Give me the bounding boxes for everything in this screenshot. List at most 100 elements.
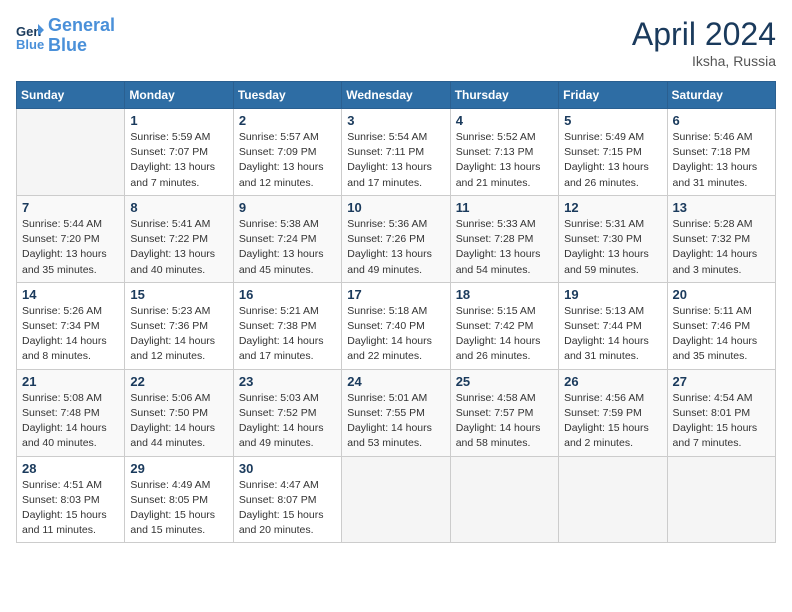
day-number: 8 (130, 200, 227, 215)
day-number: 19 (564, 287, 661, 302)
day-number: 17 (347, 287, 444, 302)
day-number: 1 (130, 113, 227, 128)
day-number: 4 (456, 113, 553, 128)
calendar-body: 1 Sunrise: 5:59 AM Sunset: 7:07 PM Daylig… (17, 109, 776, 543)
day-number: 11 (456, 200, 553, 215)
day-info: Sunrise: 5:57 AM Sunset: 7:09 PM Dayligh… (239, 130, 336, 191)
day-number: 27 (673, 374, 770, 389)
logo-icon: Gen Blue (16, 22, 44, 50)
day-info: Sunrise: 5:52 AM Sunset: 7:13 PM Dayligh… (456, 130, 553, 191)
day-info: Sunrise: 5:18 AM Sunset: 7:40 PM Dayligh… (347, 304, 444, 365)
calendar-cell: 20Sunrise: 5:11 AM Sunset: 7:46 PM Dayli… (667, 282, 775, 369)
day-info: Sunrise: 5:59 AM Sunset: 7:07 PM Dayligh… (130, 130, 227, 191)
calendar-cell: 4 Sunrise: 5:52 AM Sunset: 7:13 PM Daylig… (450, 109, 558, 196)
day-info: Sunrise: 5:54 AM Sunset: 7:11 PM Dayligh… (347, 130, 444, 191)
day-info: Sunrise: 5:26 AM Sunset: 7:34 PM Dayligh… (22, 304, 119, 365)
week-row-2: 7 Sunrise: 5:44 AM Sunset: 7:20 PM Daylig… (17, 195, 776, 282)
calendar-cell: 30 Sunrise: 4:47 AM Sunset: 8:07 PM Dayli… (233, 456, 341, 543)
location: Iksha, Russia (632, 53, 776, 69)
day-number: 16 (239, 287, 336, 302)
week-row-5: 28 Sunrise: 4:51 AM Sunset: 8:03 PM Dayli… (17, 456, 776, 543)
day-info: Sunrise: 4:58 AM Sunset: 7:57 PM Dayligh… (456, 391, 553, 452)
day-info: Sunrise: 4:54 AM Sunset: 8:01 PM Dayligh… (673, 391, 770, 452)
month-title: April 2024 (632, 16, 776, 53)
day-number: 7 (22, 200, 119, 215)
day-info: Sunrise: 5:11 AM Sunset: 7:46 PM Dayligh… (673, 304, 770, 365)
calendar-cell (450, 456, 558, 543)
calendar-cell: 16 Sunrise: 5:21 AM Sunset: 7:38 PM Dayli… (233, 282, 341, 369)
day-info: Sunrise: 5:38 AM Sunset: 7:24 PM Dayligh… (239, 217, 336, 278)
col-header-monday: Monday (125, 82, 233, 109)
day-info: Sunrise: 4:56 AM Sunset: 7:59 PM Dayligh… (564, 391, 661, 452)
day-number: 29 (130, 461, 227, 476)
calendar-cell: 18Sunrise: 5:15 AM Sunset: 7:42 PM Dayli… (450, 282, 558, 369)
calendar-cell: 13 Sunrise: 5:28 AM Sunset: 7:32 PM Dayli… (667, 195, 775, 282)
day-info: Sunrise: 5:23 AM Sunset: 7:36 PM Dayligh… (130, 304, 227, 365)
day-number: 9 (239, 200, 336, 215)
col-header-thursday: Thursday (450, 82, 558, 109)
day-info: Sunrise: 4:51 AM Sunset: 8:03 PM Dayligh… (22, 478, 119, 539)
day-info: Sunrise: 5:01 AM Sunset: 7:55 PM Dayligh… (347, 391, 444, 452)
day-info: Sunrise: 5:33 AM Sunset: 7:28 PM Dayligh… (456, 217, 553, 278)
calendar-cell: 27 Sunrise: 4:54 AM Sunset: 8:01 PM Dayli… (667, 369, 775, 456)
calendar-cell: 2Sunrise: 5:57 AM Sunset: 7:09 PM Daylig… (233, 109, 341, 196)
calendar-cell: 9 Sunrise: 5:38 AM Sunset: 7:24 PM Daylig… (233, 195, 341, 282)
calendar-cell: 3 Sunrise: 5:54 AM Sunset: 7:11 PM Daylig… (342, 109, 450, 196)
calendar-cell (17, 109, 125, 196)
day-info: Sunrise: 5:49 AM Sunset: 7:15 PM Dayligh… (564, 130, 661, 191)
week-row-4: 21 Sunrise: 5:08 AM Sunset: 7:48 PM Dayli… (17, 369, 776, 456)
day-number: 14 (22, 287, 119, 302)
calendar-cell: 14 Sunrise: 5:26 AM Sunset: 7:34 PM Dayli… (17, 282, 125, 369)
day-number: 5 (564, 113, 661, 128)
calendar-table: SundayMondayTuesdayWednesdayThursdayFrid… (16, 81, 776, 543)
day-number: 28 (22, 461, 119, 476)
calendar-cell: 25Sunrise: 4:58 AM Sunset: 7:57 PM Dayli… (450, 369, 558, 456)
day-info: Sunrise: 5:36 AM Sunset: 7:26 PM Dayligh… (347, 217, 444, 278)
col-header-tuesday: Tuesday (233, 82, 341, 109)
calendar-cell: 26Sunrise: 4:56 AM Sunset: 7:59 PM Dayli… (559, 369, 667, 456)
day-number: 3 (347, 113, 444, 128)
day-number: 13 (673, 200, 770, 215)
day-number: 22 (130, 374, 227, 389)
col-header-wednesday: Wednesday (342, 82, 450, 109)
day-info: Sunrise: 5:41 AM Sunset: 7:22 PM Dayligh… (130, 217, 227, 278)
calendar-cell: 11 Sunrise: 5:33 AM Sunset: 7:28 PM Dayli… (450, 195, 558, 282)
calendar-cell: 21 Sunrise: 5:08 AM Sunset: 7:48 PM Dayli… (17, 369, 125, 456)
page-header: Gen Blue GeneralBlue April 2024 Iksha, R… (16, 16, 776, 69)
day-number: 30 (239, 461, 336, 476)
calendar-cell (342, 456, 450, 543)
calendar-cell: 29Sunrise: 4:49 AM Sunset: 8:05 PM Dayli… (125, 456, 233, 543)
column-headers: SundayMondayTuesdayWednesdayThursdayFrid… (17, 82, 776, 109)
title-block: April 2024 Iksha, Russia (632, 16, 776, 69)
day-info: Sunrise: 5:13 AM Sunset: 7:44 PM Dayligh… (564, 304, 661, 365)
calendar-cell: 24Sunrise: 5:01 AM Sunset: 7:55 PM Dayli… (342, 369, 450, 456)
day-info: Sunrise: 4:47 AM Sunset: 8:07 PM Dayligh… (239, 478, 336, 539)
calendar-cell: 17 Sunrise: 5:18 AM Sunset: 7:40 PM Dayli… (342, 282, 450, 369)
day-info: Sunrise: 5:21 AM Sunset: 7:38 PM Dayligh… (239, 304, 336, 365)
calendar-cell: 23Sunrise: 5:03 AM Sunset: 7:52 PM Dayli… (233, 369, 341, 456)
day-number: 10 (347, 200, 444, 215)
calendar-cell: 22 Sunrise: 5:06 AM Sunset: 7:50 PM Dayli… (125, 369, 233, 456)
day-number: 21 (22, 374, 119, 389)
day-number: 15 (130, 287, 227, 302)
calendar-cell: 5 Sunrise: 5:49 AM Sunset: 7:15 PM Daylig… (559, 109, 667, 196)
calendar-cell: 6Sunrise: 5:46 AM Sunset: 7:18 PM Daylig… (667, 109, 775, 196)
day-info: Sunrise: 5:15 AM Sunset: 7:42 PM Dayligh… (456, 304, 553, 365)
day-number: 6 (673, 113, 770, 128)
calendar-cell: 7 Sunrise: 5:44 AM Sunset: 7:20 PM Daylig… (17, 195, 125, 282)
week-row-1: 1 Sunrise: 5:59 AM Sunset: 7:07 PM Daylig… (17, 109, 776, 196)
day-info: Sunrise: 5:08 AM Sunset: 7:48 PM Dayligh… (22, 391, 119, 452)
day-number: 23 (239, 374, 336, 389)
day-info: Sunrise: 5:31 AM Sunset: 7:30 PM Dayligh… (564, 217, 661, 278)
calendar-cell: 1 Sunrise: 5:59 AM Sunset: 7:07 PM Daylig… (125, 109, 233, 196)
calendar-cell: 28 Sunrise: 4:51 AM Sunset: 8:03 PM Dayli… (17, 456, 125, 543)
day-info: Sunrise: 5:28 AM Sunset: 7:32 PM Dayligh… (673, 217, 770, 278)
day-info: Sunrise: 5:06 AM Sunset: 7:50 PM Dayligh… (130, 391, 227, 452)
logo: Gen Blue GeneralBlue (16, 16, 115, 56)
col-header-saturday: Saturday (667, 82, 775, 109)
week-row-3: 14 Sunrise: 5:26 AM Sunset: 7:34 PM Dayli… (17, 282, 776, 369)
col-header-sunday: Sunday (17, 82, 125, 109)
calendar-cell: 15 Sunrise: 5:23 AM Sunset: 7:36 PM Dayli… (125, 282, 233, 369)
day-info: Sunrise: 5:44 AM Sunset: 7:20 PM Dayligh… (22, 217, 119, 278)
calendar-cell: 12Sunrise: 5:31 AM Sunset: 7:30 PM Dayli… (559, 195, 667, 282)
